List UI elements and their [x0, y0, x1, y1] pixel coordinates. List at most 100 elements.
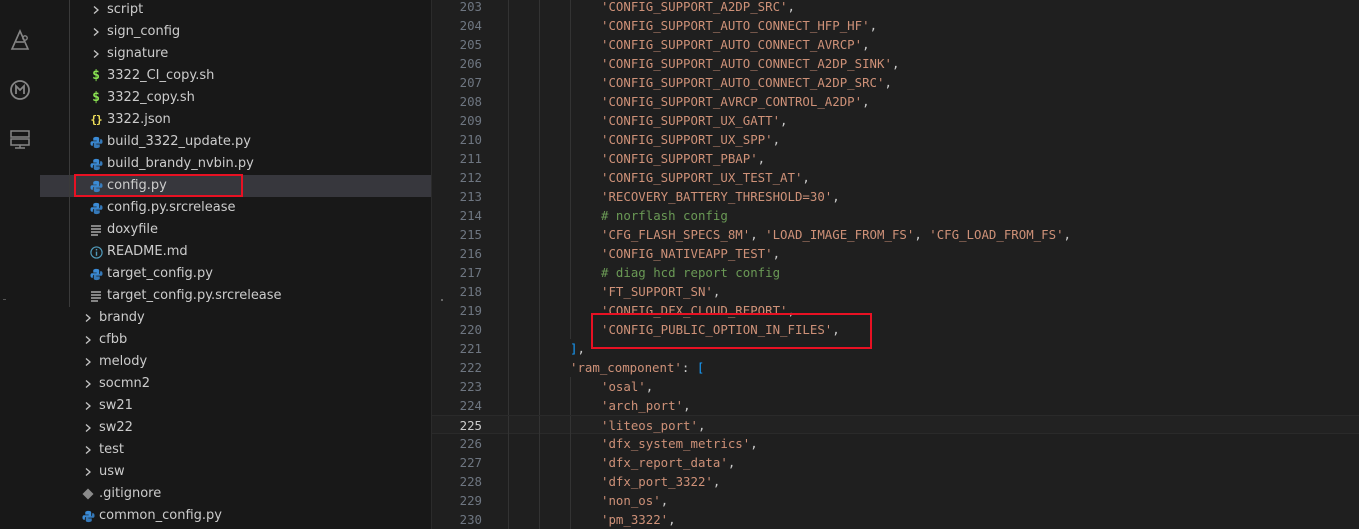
- chevron-right-icon[interactable]: [89, 0, 103, 21]
- code-line[interactable]: 206 'CONFIG_SUPPORT_AUTO_CONNECT_A2DP_SIN…: [432, 54, 1359, 73]
- tree-item-label: melody: [99, 354, 148, 369]
- tree-file-readme-md[interactable]: README.md: [40, 241, 431, 263]
- code-line[interactable]: 227 'dfx_report_data',: [432, 453, 1359, 472]
- tree-file-config-py-srcrelease[interactable]: config.py.srcrelease: [40, 197, 431, 219]
- tree-folder-sw21[interactable]: sw21: [40, 395, 431, 417]
- tree-file-config-py[interactable]: config.py: [40, 175, 431, 197]
- tree-item-label: sw21: [99, 398, 133, 413]
- indent-guide: [508, 16, 509, 35]
- code-line[interactable]: 222 'ram_component': [: [432, 358, 1359, 377]
- chevron-right-icon[interactable]: [81, 417, 95, 439]
- tree-item-label: brandy: [99, 310, 145, 325]
- code-line[interactable]: 214 # norflash config: [432, 206, 1359, 225]
- line-number: 218: [459, 284, 482, 299]
- indent-guide: [508, 510, 509, 529]
- code-line[interactable]: 217 # diag hcd report config: [432, 263, 1359, 282]
- code-string: 'dfx_port_3322': [601, 474, 713, 489]
- indent-guide: [570, 434, 571, 453]
- code-line[interactable]: 223 'osal',: [432, 377, 1359, 396]
- code-line[interactable]: 203 'CONFIG_SUPPORT_A2DP_SRC',: [432, 0, 1359, 16]
- chevron-right-icon[interactable]: [81, 461, 95, 483]
- indent-guide: [539, 377, 540, 396]
- tree-file-3322-json[interactable]: {} 3322.json: [40, 109, 431, 131]
- chevron-right-icon[interactable]: [81, 395, 95, 417]
- tree-item-label: signature: [107, 46, 169, 61]
- code-line[interactable]: 216 'CONFIG_NATIVEAPP_TEST',: [432, 244, 1359, 263]
- code-line[interactable]: 228 'dfx_port_3322',: [432, 472, 1359, 491]
- tree-folder-script[interactable]: script: [40, 0, 431, 21]
- code-line[interactable]: 225 'liteos_port',: [432, 415, 1359, 435]
- indent-guide: [570, 168, 571, 187]
- chevron-right-icon[interactable]: [89, 43, 103, 65]
- tree-file-3322-copy-sh[interactable]: $3322_copy.sh: [40, 87, 431, 109]
- code-punctuation: :: [681, 360, 697, 375]
- code-line[interactable]: 208 'CONFIG_SUPPORT_AVRCP_CONTROL_A2DP',: [432, 92, 1359, 111]
- chevron-right-icon[interactable]: [89, 21, 103, 43]
- tree-folder-socmn2[interactable]: socmn2: [40, 373, 431, 395]
- indent-guide: [508, 491, 509, 510]
- codebuddy-icon[interactable]: [8, 78, 32, 102]
- code-string: 'dfx_report_data': [601, 455, 728, 470]
- line-number: 225: [459, 418, 482, 433]
- tree-item-label: 3322_copy.sh: [107, 90, 195, 105]
- tree-folder-sign_config[interactable]: sign_config: [40, 21, 431, 43]
- code-line[interactable]: 221],: [432, 339, 1359, 358]
- tree-file-build-brandy-nvbin-py[interactable]: build_brandy_nvbin.py: [40, 153, 431, 175]
- chevron-right-icon[interactable]: [81, 329, 95, 351]
- indent-guide: [539, 263, 540, 282]
- code-punctuation: ,: [1063, 227, 1071, 242]
- chevron-right-icon[interactable]: [81, 373, 95, 395]
- indent-guide: [539, 491, 540, 510]
- code-line[interactable]: 229 'non_os',: [432, 491, 1359, 510]
- chevron-right-icon[interactable]: [81, 351, 95, 373]
- code-line[interactable]: 205 'CONFIG_SUPPORT_AUTO_CONNECT_AVRCP',: [432, 35, 1359, 54]
- tree-folder-cfbb[interactable]: cfbb: [40, 329, 431, 351]
- indent-guide: [570, 510, 571, 529]
- tree-file-target-config-py[interactable]: target_config.py: [40, 263, 431, 285]
- source-control-graph-icon[interactable]: [8, 28, 32, 52]
- code-text: 'CONFIG_SUPPORT_UX_TEST_AT',: [601, 168, 810, 187]
- tree-folder-signature[interactable]: signature: [40, 43, 431, 65]
- tree-file-build-3322-update-py[interactable]: build_3322_update.py: [40, 131, 431, 153]
- git-file-icon: [81, 483, 95, 505]
- tree-folder-brandy[interactable]: brandy: [40, 307, 431, 329]
- code-line[interactable]: 230 'pm_3322',: [432, 510, 1359, 529]
- code-line[interactable]: 204 'CONFIG_SUPPORT_AUTO_CONNECT_HFP_HF',: [432, 16, 1359, 35]
- explorer-tree: script sign_config signature $3322_CI_copy.…: [40, 0, 432, 529]
- tree-folder-usw[interactable]: usw: [40, 461, 431, 483]
- code-line[interactable]: 224 'arch_port',: [432, 396, 1359, 415]
- code-line[interactable]: 210 'CONFIG_SUPPORT_UX_SPP',: [432, 130, 1359, 149]
- indent-guide: [539, 168, 540, 187]
- indent-guide: [570, 377, 571, 396]
- code-line[interactable]: 207 'CONFIG_SUPPORT_AUTO_CONNECT_A2DP_SRC…: [432, 73, 1359, 92]
- tree-item-label: script: [107, 2, 144, 17]
- code-line[interactable]: 213 'RECOVERY_BATTERY_THRESHOLD=30',: [432, 187, 1359, 206]
- code-text: 'arch_port',: [601, 396, 691, 415]
- chevron-right-icon[interactable]: [81, 439, 95, 461]
- line-number: 229: [459, 493, 482, 508]
- tree-folder-sw22[interactable]: sw22: [40, 417, 431, 439]
- code-line[interactable]: 218 'FT_SUPPORT_SN',: [432, 282, 1359, 301]
- code-line[interactable]: 209 'CONFIG_SUPPORT_UX_GATT',: [432, 111, 1359, 130]
- code-line[interactable]: 215 'CFG_FLASH_SPECS_8M', 'LOAD_IMAGE_FRO…: [432, 225, 1359, 244]
- code-editor[interactable]: 203 'CONFIG_SUPPORT_A2DP_SRC', 204 'CONFIG_…: [432, 0, 1359, 529]
- tree-file-common-config-py[interactable]: common_config.py: [40, 505, 431, 527]
- code-line[interactable]: 212 'CONFIG_SUPPORT_UX_TEST_AT',: [432, 168, 1359, 187]
- indent-guide: [539, 358, 540, 377]
- code-line[interactable]: 211 'CONFIG_SUPPORT_PBAP',: [432, 149, 1359, 168]
- code-line[interactable]: 220 'CONFIG_PUBLIC_OPTION_IN_FILES',: [432, 320, 1359, 339]
- tree-file-target-config-py-srcrelease[interactable]: target_config.py.srcrelease: [40, 285, 431, 307]
- indent-guide: [508, 339, 509, 358]
- indent-guide: [539, 282, 540, 301]
- tree-file-doxyfile[interactable]: doxyfile: [40, 219, 431, 241]
- code-line[interactable]: 226 'dfx_system_metrics',: [432, 434, 1359, 453]
- tree-file--gitignore[interactable]: .gitignore: [40, 483, 431, 505]
- remote-explorer-icon[interactable]: [8, 127, 32, 151]
- tree-folder-test[interactable]: test: [40, 439, 431, 461]
- tree-file-3322-ci-copy-sh[interactable]: $3322_CI_copy.sh: [40, 65, 431, 87]
- code-line[interactable]: 219 'CONFIG_DFX_CLOUD_REPORT',: [432, 301, 1359, 320]
- tree-folder-melody[interactable]: melody: [40, 351, 431, 373]
- line-number: 227: [459, 455, 482, 470]
- chevron-right-icon[interactable]: [81, 307, 95, 329]
- tree-item-label: usw: [99, 464, 125, 479]
